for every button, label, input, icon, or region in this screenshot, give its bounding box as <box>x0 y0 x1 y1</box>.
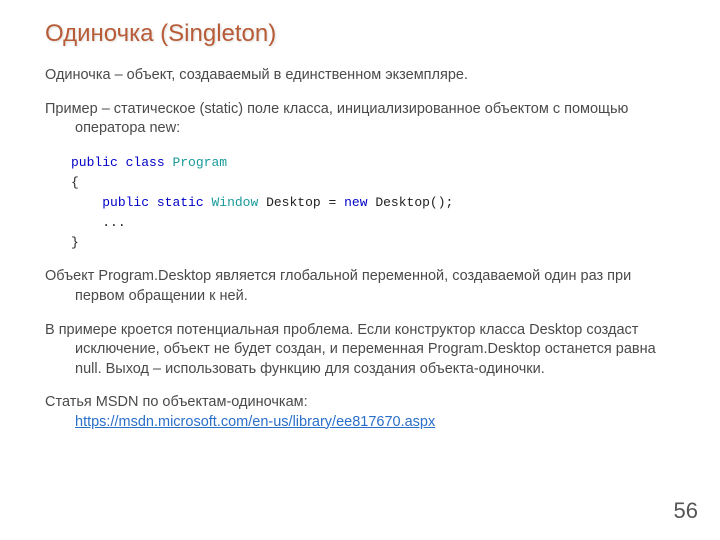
paragraph-example-intro: Пример – статическое (static) поле класс… <box>75 100 680 139</box>
slide-title: Одиночка (Singleton) <box>45 20 680 48</box>
paragraph-msdn: Статья MSDN по объектам-одиночкам: https… <box>75 393 680 432</box>
paragraph-problem: В примере кроется потенциальная проблема… <box>75 321 680 380</box>
code-brace: { <box>71 175 79 190</box>
code-text: Desktop = <box>258 195 344 210</box>
slide: Одиночка (Singleton) Одиночка – объект, … <box>0 0 720 540</box>
code-keyword: static <box>157 195 204 210</box>
code-keyword: public <box>102 195 149 210</box>
paragraph-definition: Одиночка – объект, создаваемый в единств… <box>75 66 680 86</box>
code-keyword: new <box>344 195 367 210</box>
code-type: Program <box>172 155 227 170</box>
code-type: Window <box>211 195 258 210</box>
code-keyword: class <box>126 155 165 170</box>
code-block: public class Program { public static Win… <box>71 153 680 254</box>
msdn-label: Статья MSDN по объектам-одиночкам: <box>45 394 308 410</box>
page-number: 56 <box>674 498 698 524</box>
code-keyword: public <box>71 155 118 170</box>
code-brace: } <box>71 235 79 250</box>
paragraph-global-var: Объект Program.Desktop является глобальн… <box>75 267 680 306</box>
msdn-link[interactable]: https://msdn.microsoft.com/en-us/library… <box>75 414 435 430</box>
code-ellipsis: ... <box>102 215 125 230</box>
code-text: Desktop(); <box>368 195 454 210</box>
